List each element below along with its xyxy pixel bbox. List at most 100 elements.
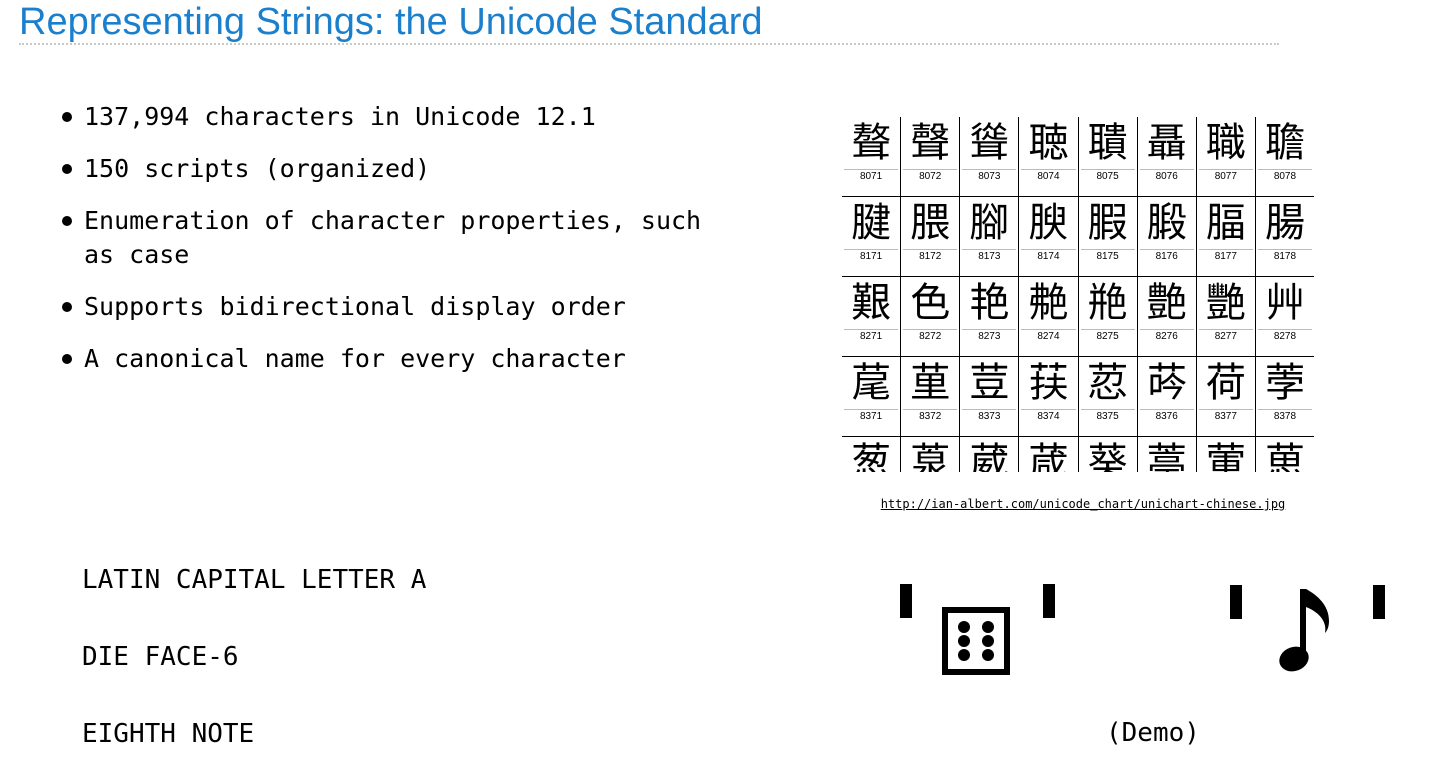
chart-codepoint: 8176 [1139,249,1194,264]
chart-glyph: 聸 [1264,120,1305,166]
chart-cell: 聵 8075 [1077,117,1138,197]
bullet-text: 150 scripts (organized) [84,154,431,183]
chart-glyph: 荳 [969,360,1010,406]
chart-row: 葱葲葳葴葵葶葷葸 [842,436,1314,472]
chart-glyph: 腸 [1264,200,1305,246]
chart-source-link[interactable]: http://ian-albert.com/unicode_chart/unic… [878,497,1288,511]
chart-codepoint: 8274 [1021,329,1076,344]
chart-glyph: 葸 [1264,440,1305,472]
chart-cell: 腲 8172 [900,196,960,277]
chart-cell: 葲 [900,436,960,472]
chart-glyph: 荱 [851,360,892,406]
chart-cell: 色 8272 [900,276,960,357]
chart-codepoint: 8376 [1139,409,1194,424]
chart-row: 荱 8371 荲 8372 荳 8373 荴 8374 荵 8375 荶 8376 荷 8377 荸 8378 [842,356,1314,437]
chart-codepoint: 8272 [903,329,958,344]
chart-cell: 聶 8076 [1136,117,1197,197]
chart-cell: 艷 8277 [1195,276,1256,357]
bullet-item: 150 scripts (organized) [60,152,720,186]
chart-cell: 葴 [1018,436,1078,472]
chart-cell: 聴 8074 [1018,117,1078,197]
chart-glyph: 葲 [910,440,951,472]
chart-codepoint: 8177 [1198,249,1253,264]
chart-glyph: 葵 [1087,440,1128,472]
chart-cell: 葵 [1077,436,1138,472]
chart-glyph: 荴 [1028,360,1069,406]
chart-cell: 荸 8378 [1254,356,1314,437]
chart-glyph: 腳 [969,200,1010,246]
chart-row: 艱 8271 色 8272 艳 8273 艴 8274 艵 8275 艶 8276 艷 8277 艸 8278 [842,276,1314,357]
chart-codepoint: 8373 [962,409,1017,424]
chart-glyph: 腶 [1146,200,1187,246]
chart-glyph: 荸 [1264,360,1305,406]
bullet-text: 137,994 characters in Unicode 12.1 [84,102,596,131]
chart-cell: 荳 8373 [959,356,1019,437]
chart-cell: 艵 8275 [1077,276,1138,357]
chart-codepoint: 8377 [1198,409,1253,424]
chart-codepoint: 8172 [903,249,958,264]
bullet-item: 137,994 characters in Unicode 12.1 [60,100,720,134]
chart-glyph: 聶 [1146,120,1187,166]
chart-cell: 腳 8173 [959,196,1019,277]
chart-cell: 腴 8174 [1018,196,1078,277]
chart-glyph: 聲 [910,120,951,166]
chart-glyph: 聵 [1087,120,1128,166]
char-name-eighth-note: EIGHTH NOTE [82,719,255,749]
chart-cell: 腵 8175 [1077,196,1138,277]
chart-codepoint: 8076 [1139,169,1194,184]
chart-codepoint: 8371 [844,409,899,424]
chart-cell: 葳 [959,436,1019,472]
chart-glyph: 艷 [1205,280,1246,326]
chart-glyph: 艸 [1264,280,1305,326]
chart-glyph: 腱 [851,200,892,246]
bullet-item: Supports bidirectional display order [60,290,720,324]
bullet-item: Enumeration of character properties, suc… [60,204,720,272]
die-face-6-icon [942,607,1010,679]
bullet-dot-icon [62,354,72,364]
chart-cell: 艳 8273 [959,276,1019,357]
chart-cell: 聲 8072 [900,117,960,197]
bullet-dot-icon [62,112,72,122]
bullet-text: Enumeration of character properties, suc… [84,206,702,269]
chart-cell: 荲 8372 [900,356,960,437]
chart-glyph: 艴 [1028,280,1069,326]
char-name-die-face: DIE FACE-6 [82,642,239,672]
quote-mark-icon [1373,585,1385,619]
chart-glyph: 荵 [1087,360,1128,406]
slide-title: Representing Strings: the Unicode Standa… [19,1,763,43]
chart-cell: 腸 8178 [1254,196,1314,277]
bullet-text: Supports bidirectional display order [84,292,626,321]
chart-glyph: 荲 [910,360,951,406]
chart-glyph: 聳 [969,120,1010,166]
chart-glyph: 艶 [1146,280,1187,326]
chart-cell: 聳 8073 [959,117,1019,197]
bullet-dot-icon [62,164,72,174]
chart-cell: 葷 [1195,436,1256,472]
chart-codepoint: 8074 [1021,169,1076,184]
chart-cell: 艱 8271 [842,276,901,357]
chart-cell: 腷 8177 [1195,196,1256,277]
chart-codepoint: 8078 [1257,169,1312,184]
chart-codepoint: 8175 [1080,249,1135,264]
chart-codepoint: 8173 [962,249,1017,264]
bullet-dot-icon [62,302,72,312]
chart-cell: 艴 8274 [1018,276,1078,357]
chart-cell: 葶 [1136,436,1197,472]
chart-codepoint: 8278 [1257,329,1312,344]
chart-glyph: 艱 [851,280,892,326]
chart-cell: 葱 [842,436,901,472]
chart-codepoint: 8075 [1080,169,1135,184]
char-name-latin-a: LATIN CAPITAL LETTER A [82,565,427,595]
chart-cell: 腶 8176 [1136,196,1197,277]
chart-cell: 荱 8371 [842,356,901,437]
chart-codepoint: 8073 [962,169,1017,184]
chart-glyph: 腵 [1087,200,1128,246]
chart-glyph: 聱 [851,120,892,166]
chart-glyph: 葳 [969,440,1010,472]
bullet-dot-icon [62,216,72,226]
chart-codepoint: 8277 [1198,329,1253,344]
chart-glyph: 葱 [851,440,892,472]
chart-cell: 荵 8375 [1077,356,1138,437]
chart-codepoint: 8071 [844,169,899,184]
chart-glyph: 荶 [1146,360,1187,406]
